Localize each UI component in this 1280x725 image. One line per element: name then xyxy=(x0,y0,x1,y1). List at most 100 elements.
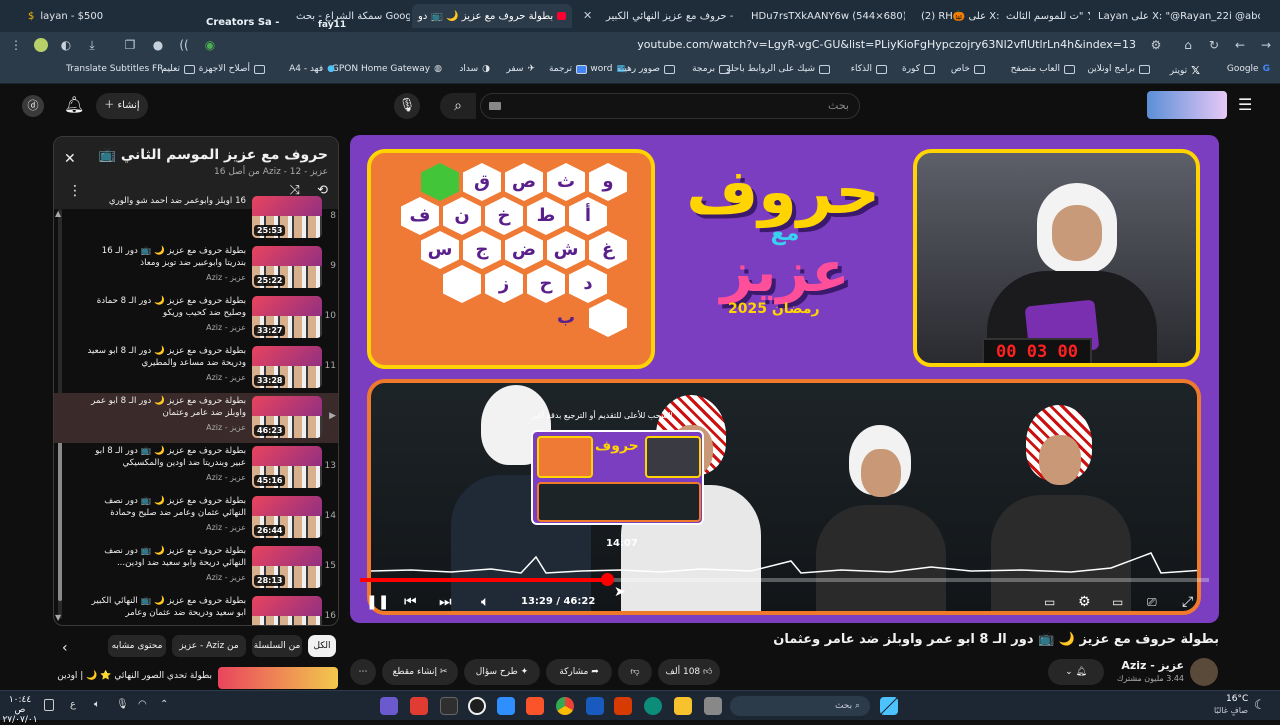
keyboard-icon[interactable] xyxy=(489,102,501,110)
home-icon[interactable]: ⌂ xyxy=(1180,37,1196,53)
word-icon[interactable] xyxy=(586,697,604,715)
bookmark-translate-subtitles[interactable]: Translate Subtitles FR... xyxy=(66,64,172,74)
channel-name[interactable]: عزيز - Aziz xyxy=(1121,659,1184,672)
playlist-title[interactable]: حروف مع عزيز الموسم الثاني 📺 xyxy=(99,147,328,163)
bookmark-ai[interactable]: الذكاء xyxy=(851,64,887,74)
tab-youtube-active[interactable]: بطولة حروف مع عزيز 🌙 📺 دو xyxy=(412,4,572,28)
cookie-icon[interactable]: ● xyxy=(150,37,166,53)
github-icon[interactable] xyxy=(468,697,486,715)
playlist-item-thumbnail[interactable]: 1:09:03 xyxy=(252,596,322,625)
bookmark-repair[interactable]: أصلاح الاجهزة xyxy=(199,64,265,74)
bookmark-gpon[interactable]: ◍ GPON Home Gateway xyxy=(332,64,442,74)
speaker-icon[interactable]: 🔈︎ xyxy=(94,699,100,710)
start-windows-icon[interactable] xyxy=(880,697,898,715)
next-video-row[interactable]: بطولة تحدي الصور النهائي ⭐ 🌙 | اودين xyxy=(57,667,338,689)
bookmark-programming[interactable]: برمجة xyxy=(692,64,730,74)
video-player[interactable]: وثصق أطخنف غشضجس دحزب حروف مع عزيز رمضان 20… xyxy=(350,135,1219,623)
share-button[interactable]: ➦ مشاركة xyxy=(546,659,612,685)
file-explorer-icon[interactable] xyxy=(674,697,692,715)
bookmark-games[interactable]: العاب متصفح xyxy=(1011,64,1075,74)
playlist-item[interactable]: 16 1:09:03 بطولة حروف مع عزيز 🌙 📺 النهائي … xyxy=(54,593,338,625)
playlist-item-thumbnail[interactable]: 33:28 xyxy=(252,346,322,388)
terminal-icon[interactable] xyxy=(440,697,458,715)
notes-icon[interactable] xyxy=(44,699,54,711)
tray-expand-icon[interactable]: ⌃ xyxy=(160,699,168,710)
playlist-item-thumbnail[interactable]: 26:44 xyxy=(252,496,322,538)
tab-x-season[interactable]: ت للموسم الثالث"𝕏 xyxy=(1000,4,1090,28)
playlist-item[interactable]: 9 25:22 بطولة حروف مع عزيز 🌙 📺 دور الـ 16 … xyxy=(54,243,338,293)
playlist-item-thumbnail[interactable]: 25:53 xyxy=(252,196,322,238)
store-icon[interactable] xyxy=(497,697,515,715)
chip-from-series[interactable]: من السلسلة xyxy=(252,635,302,657)
brave-icon[interactable] xyxy=(526,697,544,715)
playlist-item[interactable]: 8 25:53 16 اوبلز وابوعمر ضد احمد شو والوري xyxy=(54,193,338,243)
tab-x-rh[interactable]: (2) RH🎃 على X: " xyxy=(915,4,1000,28)
copilot-icon[interactable] xyxy=(380,697,398,715)
forward-icon[interactable]: → xyxy=(1258,37,1274,53)
reload-icon[interactable]: ↻ xyxy=(1206,37,1222,53)
ask-button[interactable]: ✦ طرح سؤال xyxy=(464,659,540,685)
create-button[interactable]: ＋ إنشاء xyxy=(96,93,148,119)
taskbar-search-input[interactable]: ⌕ بحث xyxy=(730,696,870,716)
edge-icon[interactable] xyxy=(644,697,662,715)
site-info-icon[interactable]: ⚙ xyxy=(1148,37,1164,53)
channel-avatar[interactable] xyxy=(1190,658,1218,686)
playlist-item-current[interactable]: ▶ 46:23 بطولة حروف مع عزيز 🌙 دور الـ 8 ابو… xyxy=(54,393,338,443)
more-actions-button[interactable]: ⋯ xyxy=(350,659,376,685)
bookmark-sadad[interactable]: ◑ سداد xyxy=(459,64,490,74)
notifications-bell-icon[interactable]: 🔔︎ xyxy=(64,95,84,114)
chip-from-aziz[interactable]: من Aziz - عزيز xyxy=(172,635,246,657)
download-icon[interactable]: ⤓ xyxy=(84,37,100,53)
close-icon[interactable]: ✕ xyxy=(64,151,76,167)
progress-scrubber-handle[interactable] xyxy=(601,573,615,586)
tab-x-layan[interactable]: Layan على X: "@Rayan_22i @abo𝕏 xyxy=(1092,4,1260,28)
playlist-item[interactable]: 11 33:28 بطولة حروف مع عزيز 🌙 دور الـ 8 اب… xyxy=(54,343,338,393)
app-red-icon[interactable] xyxy=(410,697,428,715)
bookmark-travel[interactable]: ✈ سفر xyxy=(506,64,535,74)
bookmark-google[interactable]: G Google xyxy=(1227,64,1270,74)
theater-mode-icon[interactable]: ▭ xyxy=(1112,593,1123,611)
bookmark-twitter[interactable]: 𝕏 تويتر xyxy=(1170,64,1200,77)
playlist-item-thumbnail[interactable]: 28:13 xyxy=(252,546,322,588)
bookmark-links[interactable]: شيك على الروابط باحلو xyxy=(726,64,830,74)
chrome-icon[interactable] xyxy=(556,697,574,715)
bookmark-football[interactable]: كورة xyxy=(902,64,935,74)
tab-google-search[interactable]: سمكة الشراع - بحث Google xyxy=(290,4,410,28)
office-icon[interactable] xyxy=(614,697,632,715)
bookmark-private[interactable]: خاص xyxy=(951,64,985,74)
puzzle-icon[interactable]: ❐ xyxy=(122,37,138,53)
previous-icon[interactable]: ⏮︎ xyxy=(404,593,417,611)
dislike-button[interactable]: 👎︎ xyxy=(618,659,652,685)
chip-all[interactable]: الكل xyxy=(308,635,336,657)
playlist-item[interactable]: 14 26:44 بطولة حروف مع عزيز 🌙 📺 دور نصف ال… xyxy=(54,493,338,543)
extension-icon[interactable]: ◐ xyxy=(58,37,74,53)
bookmark-translate[interactable]: ترجمة xyxy=(549,64,587,74)
grammar-icon[interactable]: ◉ xyxy=(202,37,218,53)
cast-icon[interactable]: ⎚ xyxy=(1147,593,1157,611)
playlist-item-thumbnail[interactable]: 46:23 xyxy=(252,396,322,438)
playlist-item-thumbnail[interactable]: 25:22 xyxy=(252,246,322,288)
subtitles-icon[interactable]: ▭ xyxy=(1044,593,1055,611)
playlist-item[interactable]: 15 28:13 بطولة حروف مع عزيز 🌙 📺 دور نصف ال… xyxy=(54,543,338,593)
chips-prev-icon[interactable]: ‹ xyxy=(62,640,68,656)
system-clock[interactable]: ١٠:٤٤ ص ٢٧/٠٧/٠١ xyxy=(2,695,38,725)
subscribe-bell-button[interactable]: 🔔︎ ⌄ xyxy=(1048,659,1104,685)
clip-button[interactable]: ✂ إنشاء مقطع xyxy=(382,659,458,685)
tab-close-icon[interactable]: ✕ xyxy=(583,9,592,22)
pause-icon[interactable]: ❚❚ xyxy=(366,593,389,611)
bookmark-online[interactable]: برامج اونلاين xyxy=(1087,64,1150,74)
chip-related[interactable]: محتوى مشابه xyxy=(108,635,166,657)
settings-gear-icon[interactable]: ⚙ xyxy=(1078,593,1091,611)
search-button[interactable]: ⌕ xyxy=(440,93,476,119)
tab-layan[interactable]: $ layan - $500 xyxy=(22,4,192,28)
back-icon[interactable]: ← xyxy=(1232,37,1248,53)
playlist-item[interactable]: 13 45:16 بطولة حروف مع عزيز 🌙 📺 دور الـ 8 … xyxy=(54,443,338,493)
playlist-item-thumbnail[interactable]: 33:27 xyxy=(252,296,322,338)
language-indicator[interactable]: ع xyxy=(70,699,76,710)
next-video-thumbnail[interactable] xyxy=(218,667,338,689)
search-input[interactable]: بحث xyxy=(480,93,860,119)
tab-youtube-final[interactable]: حروف مع عزيز النهائي الكبير - xyxy=(600,4,740,28)
next-icon[interactable]: ⏭︎ xyxy=(439,593,452,611)
menu-dots-icon[interactable]: ⋮ xyxy=(8,37,24,53)
profile-avatar[interactable] xyxy=(34,38,48,52)
